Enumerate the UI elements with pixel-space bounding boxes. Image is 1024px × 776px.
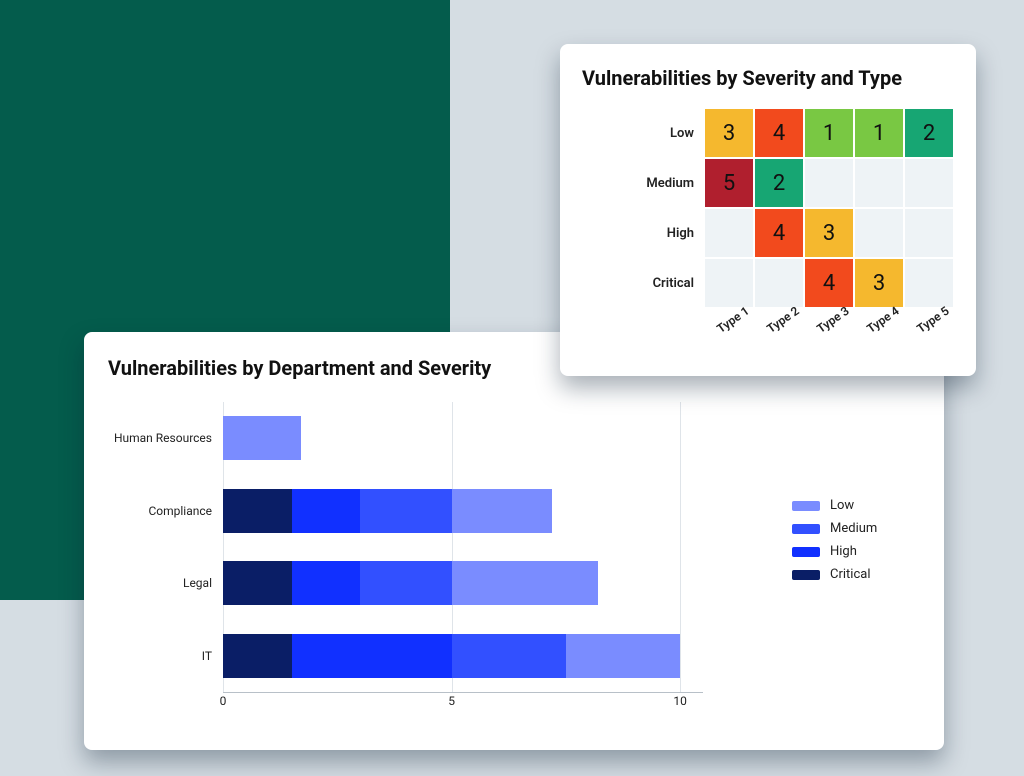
bar-gridline: [680, 402, 681, 692]
heatmap-cell: 2: [904, 108, 954, 158]
bar-segment: [452, 561, 598, 605]
bar-segment: [223, 634, 292, 678]
heatmap-cell: [904, 158, 954, 208]
bar-row: [223, 416, 301, 460]
legend-item: Low: [792, 498, 877, 513]
bar-segment: [566, 634, 680, 678]
bar-segment: [360, 489, 451, 533]
heatmap-rowlabel: High: [632, 208, 704, 258]
bar-segment: [452, 634, 566, 678]
legend-label: High: [830, 544, 857, 559]
heatmap-row: 43: [704, 258, 954, 308]
heatmap-rowlabel: Critical: [632, 258, 704, 308]
bar-chart-plot: Human Resources Compliance Legal IT 0 5 10: [108, 402, 708, 712]
heatmap-cell: 4: [754, 208, 804, 258]
legend-swatch: [792, 547, 820, 557]
bar-ylabel: Human Resources: [108, 431, 212, 445]
stage: Vulnerabilities by Department and Severi…: [0, 0, 1024, 776]
bar-segment: [292, 634, 452, 678]
legend-swatch: [792, 524, 820, 534]
bar-segment: [223, 561, 292, 605]
legend-swatch: [792, 570, 820, 580]
heatmap-cell: 1: [804, 108, 854, 158]
heatmap-rowlabel: Medium: [632, 158, 704, 208]
bar-segment: [452, 489, 553, 533]
bar-row: [223, 489, 552, 533]
heatmap-row: 43: [704, 208, 954, 258]
heatmap-cell: [704, 208, 754, 258]
bar-segment: [223, 489, 292, 533]
bar-xtick: 5: [448, 694, 455, 708]
bar-segment: [360, 561, 451, 605]
bar-segment: [292, 489, 361, 533]
bar-ylabel: IT: [108, 649, 212, 663]
bar-chart-area: Human Resources Compliance Legal IT 0 5 10 Lo…: [108, 402, 920, 712]
heatmap-cell: [804, 158, 854, 208]
legend-item: High: [792, 544, 877, 559]
legend-label: Medium: [830, 521, 877, 536]
heatmap-cell: [854, 208, 904, 258]
bar-chart-card: Vulnerabilities by Department and Severi…: [84, 332, 944, 750]
heatmap-wrap: LowMediumHighCritical 34112524343 Type 1…: [582, 108, 954, 328]
heatmap-row: 34112: [704, 108, 954, 158]
bar-chart-legend: Low Medium High Critical: [792, 498, 877, 712]
bar-segment: [223, 416, 301, 460]
bar-ylabel: Compliance: [108, 504, 212, 518]
heatmap-grid: 34112524343: [704, 108, 954, 308]
heatmap-cell: 4: [754, 108, 804, 158]
heatmap-card: Vulnerabilities by Severity and Type Low…: [560, 44, 976, 376]
heatmap-rowlabel: Low: [632, 108, 704, 158]
bar-ylabel: Legal: [108, 576, 212, 590]
heatmap-cell: 3: [804, 208, 854, 258]
heatmap-cell: 3: [704, 108, 754, 158]
bar-xtick: 10: [673, 694, 687, 708]
bar-row: [223, 561, 598, 605]
heatmap-cell: 5: [704, 158, 754, 208]
heatmap-title: Vulnerabilities by Severity and Type: [582, 66, 954, 90]
heatmap-cell: [854, 158, 904, 208]
heatmap-collabels: Type 1Type 2Type 3Type 4Type 5: [704, 314, 954, 328]
legend-item: Medium: [792, 521, 877, 536]
legend-item: Critical: [792, 567, 877, 582]
heatmap-row: 52: [704, 158, 954, 208]
bar-row: [223, 634, 680, 678]
legend-swatch: [792, 501, 820, 511]
heatmap-body: LowMediumHighCritical 34112524343: [632, 108, 954, 308]
legend-label: Critical: [830, 567, 870, 582]
heatmap-cell: [904, 208, 954, 258]
heatmap-rowlabels: LowMediumHighCritical: [632, 108, 704, 308]
bar-segment: [292, 561, 361, 605]
legend-label: Low: [830, 498, 854, 513]
heatmap-cell: 1: [854, 108, 904, 158]
bar-xtick: 0: [220, 694, 227, 708]
heatmap-cell: 2: [754, 158, 804, 208]
